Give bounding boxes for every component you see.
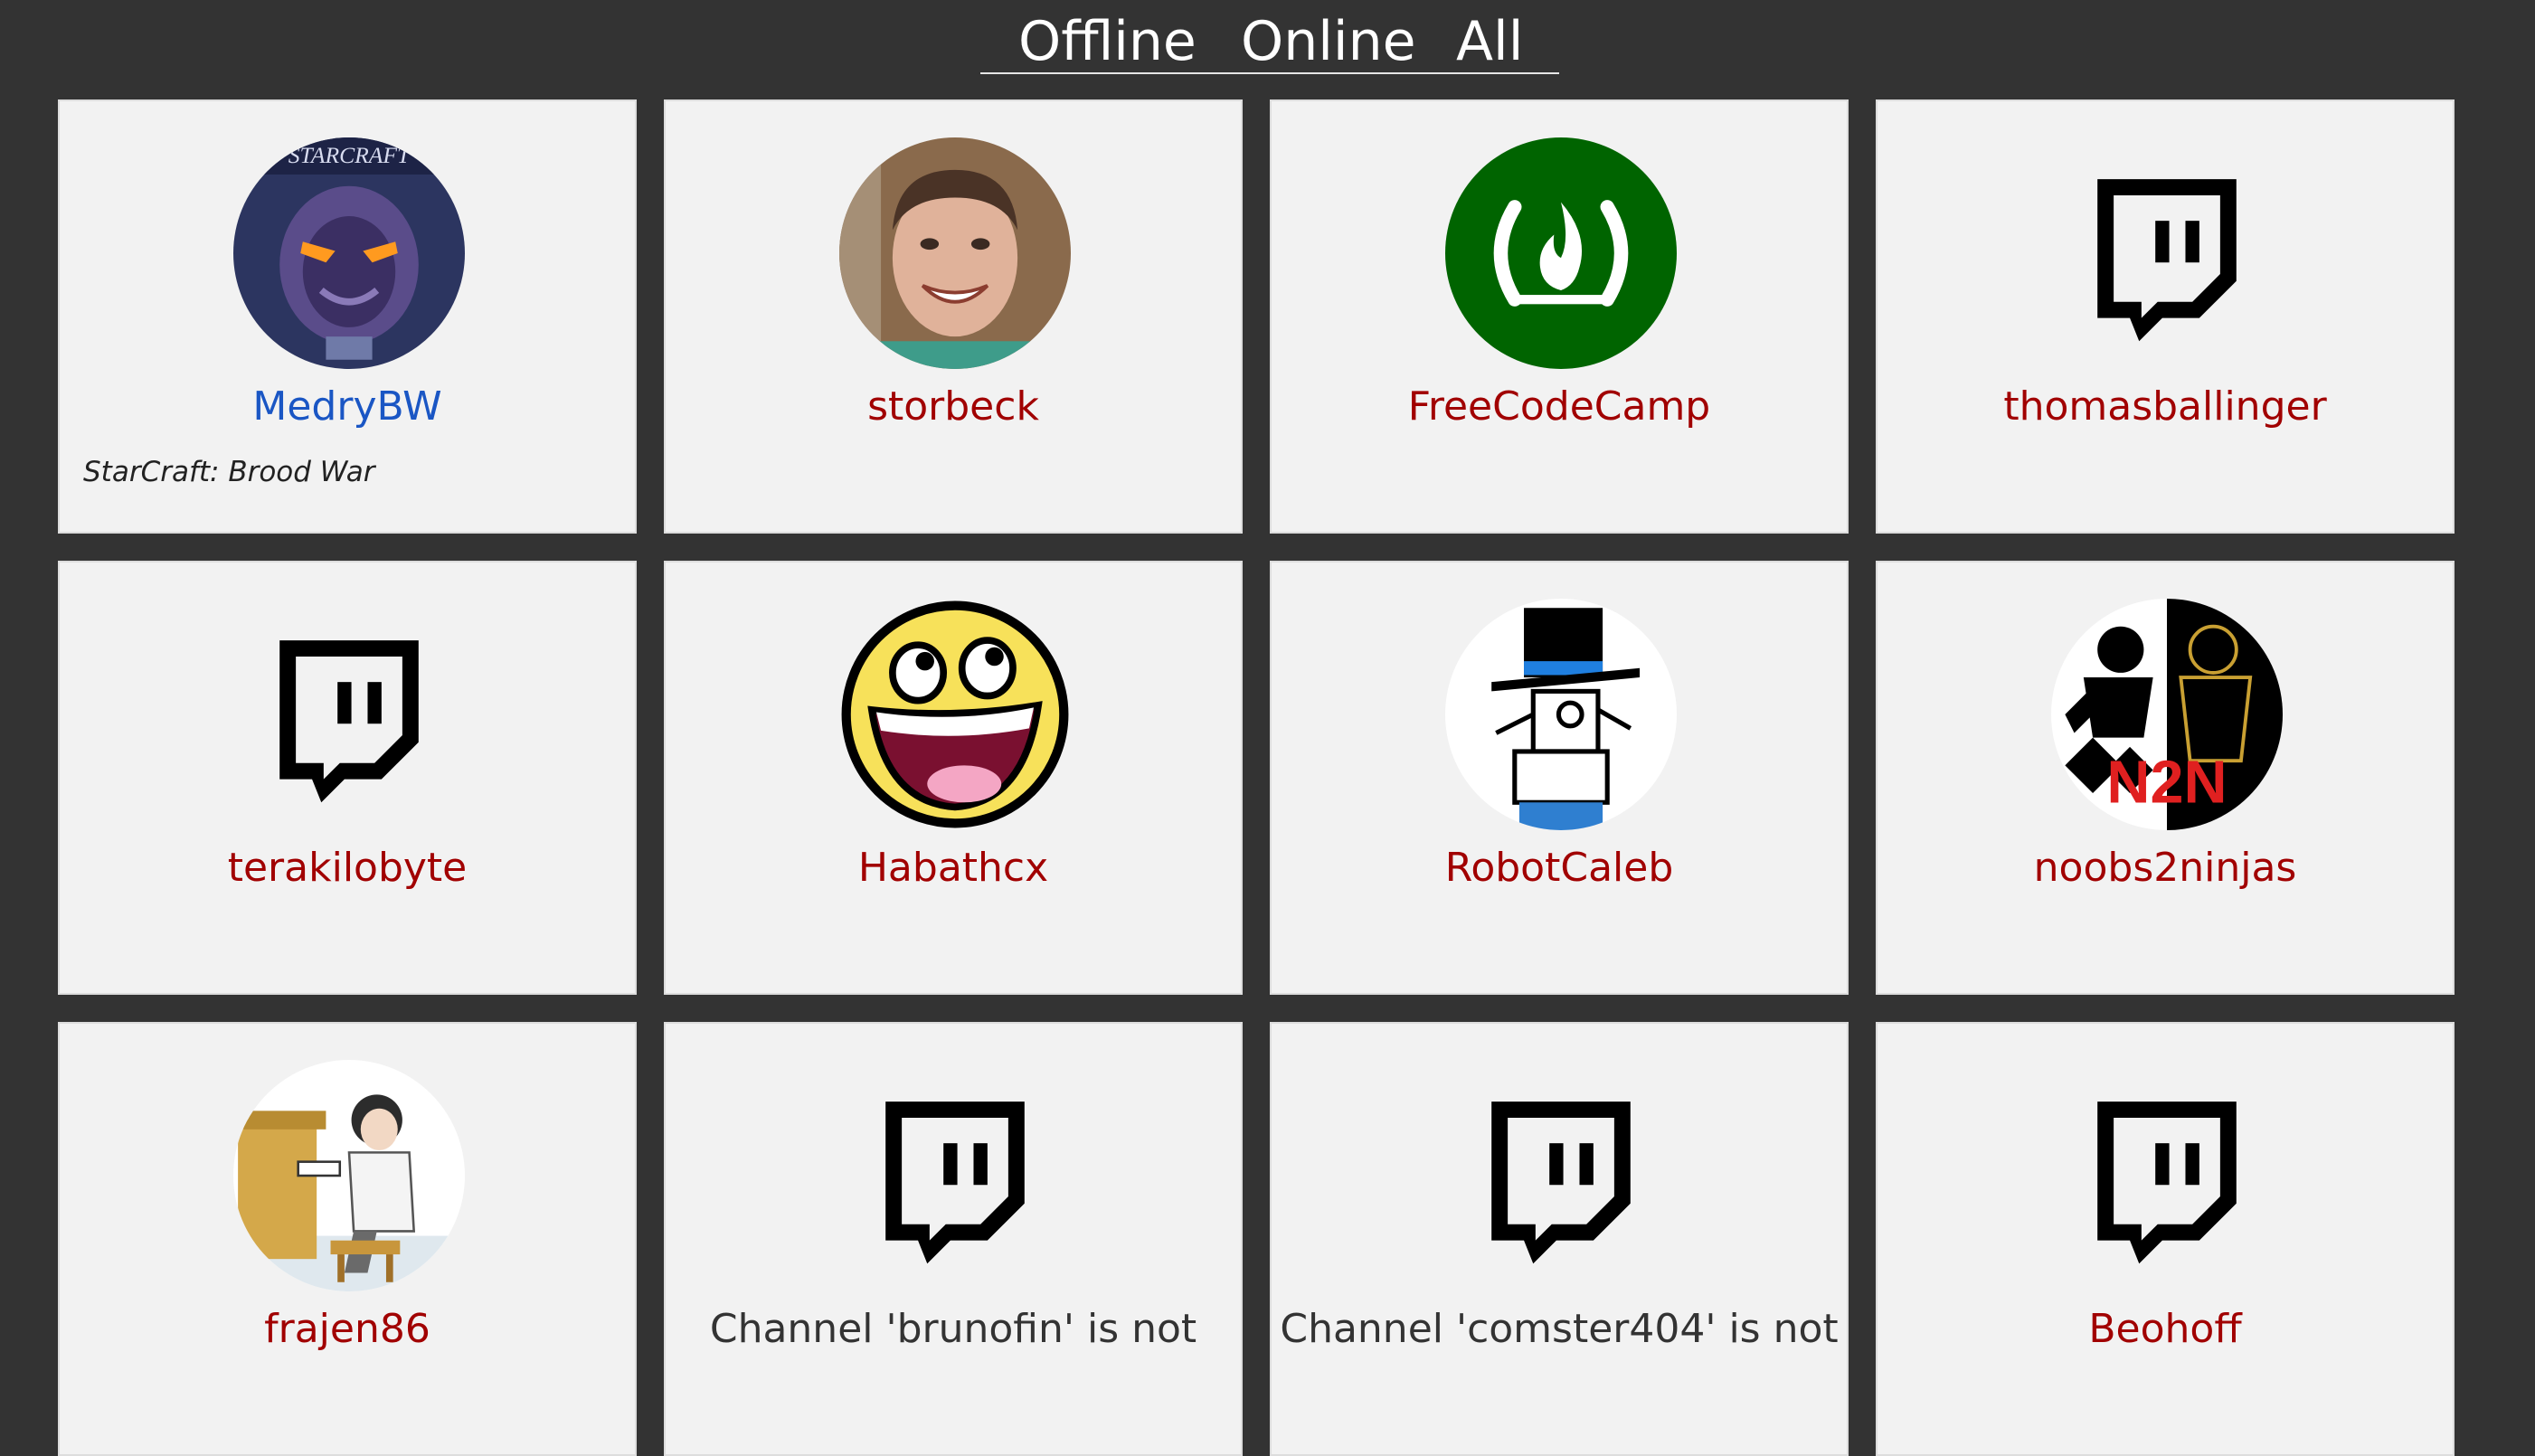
filter-all-tab[interactable]: All <box>1456 5 1523 78</box>
channel-card[interactable]: STARCRAFT MedryBW StarCraft: Brood War <box>58 99 637 534</box>
channel-name[interactable]: thomasballinger <box>1878 382 2453 432</box>
channel-name[interactable]: Beohoff <box>1878 1304 2453 1355</box>
channel-error-message: Channel 'brunofin' is not <box>709 1306 1197 1352</box>
svg-text:STARCRAFT: STARCRAFT <box>288 142 411 168</box>
channel-name[interactable]: MedryBW <box>60 382 635 432</box>
starcraft-avatar: STARCRAFT <box>233 137 465 369</box>
person-photo-avatar <box>839 137 1071 369</box>
channel-card[interactable]: Channel 'brunofin' is not <box>664 1022 1243 1456</box>
robot-top-hat-avatar <box>1445 599 1677 830</box>
noobs2ninjas-logo: N2N <box>2051 599 2283 830</box>
smiley-face-avatar <box>839 599 1071 830</box>
freecodecamp-logo <box>1445 137 1677 369</box>
channel-card[interactable]: N2N noobs2ninjas <box>1876 561 2455 995</box>
channel-name[interactable]: storbeck <box>666 382 1241 432</box>
channel-name[interactable]: RobotCaleb <box>1272 843 1847 893</box>
status-filter-bar: Offline Online All <box>980 0 1559 74</box>
twitch-glitch-icon <box>1445 1060 1677 1291</box>
twitch-glitch-icon <box>2051 1060 2283 1291</box>
channel-name[interactable]: Habathcx <box>666 843 1241 893</box>
channel-card[interactable]: thomasballinger <box>1876 99 2455 534</box>
channel-card[interactable]: RobotCaleb <box>1270 561 1849 995</box>
channel-grid: STARCRAFT MedryBW StarCraft: Brood War s… <box>58 99 2455 1456</box>
channel-card[interactable]: frajen86 <box>58 1022 637 1456</box>
channel-name[interactable]: noobs2ninjas <box>1878 843 2453 893</box>
twitch-glitch-icon <box>839 1060 1071 1291</box>
svg-text:N2N: N2N <box>2106 749 2227 816</box>
filter-offline-tab[interactable]: Offline <box>1018 5 1197 78</box>
filter-online-tab[interactable]: Online <box>1241 5 1416 78</box>
twitch-glitch-icon <box>233 599 465 830</box>
channel-card[interactable]: Habathcx <box>664 561 1243 995</box>
channel-card[interactable]: Beohoff <box>1876 1022 2455 1456</box>
channel-card[interactable]: storbeck <box>664 99 1243 534</box>
channel-card[interactable]: FreeCodeCamp <box>1270 99 1849 534</box>
channel-name[interactable]: FreeCodeCamp <box>1272 382 1847 432</box>
twitch-glitch-icon <box>2051 137 2283 369</box>
channel-name[interactable]: frajen86 <box>60 1304 635 1355</box>
channel-name[interactable]: terakilobyte <box>60 843 635 893</box>
channel-game: StarCraft: Brood War <box>83 456 375 488</box>
channel-card[interactable]: terakilobyte <box>58 561 637 995</box>
channel-card[interactable]: Channel 'comster404' is not <box>1270 1022 1849 1456</box>
piano-player-avatar <box>233 1060 465 1291</box>
channel-error-message: Channel 'comster404' is not <box>1280 1306 1839 1352</box>
